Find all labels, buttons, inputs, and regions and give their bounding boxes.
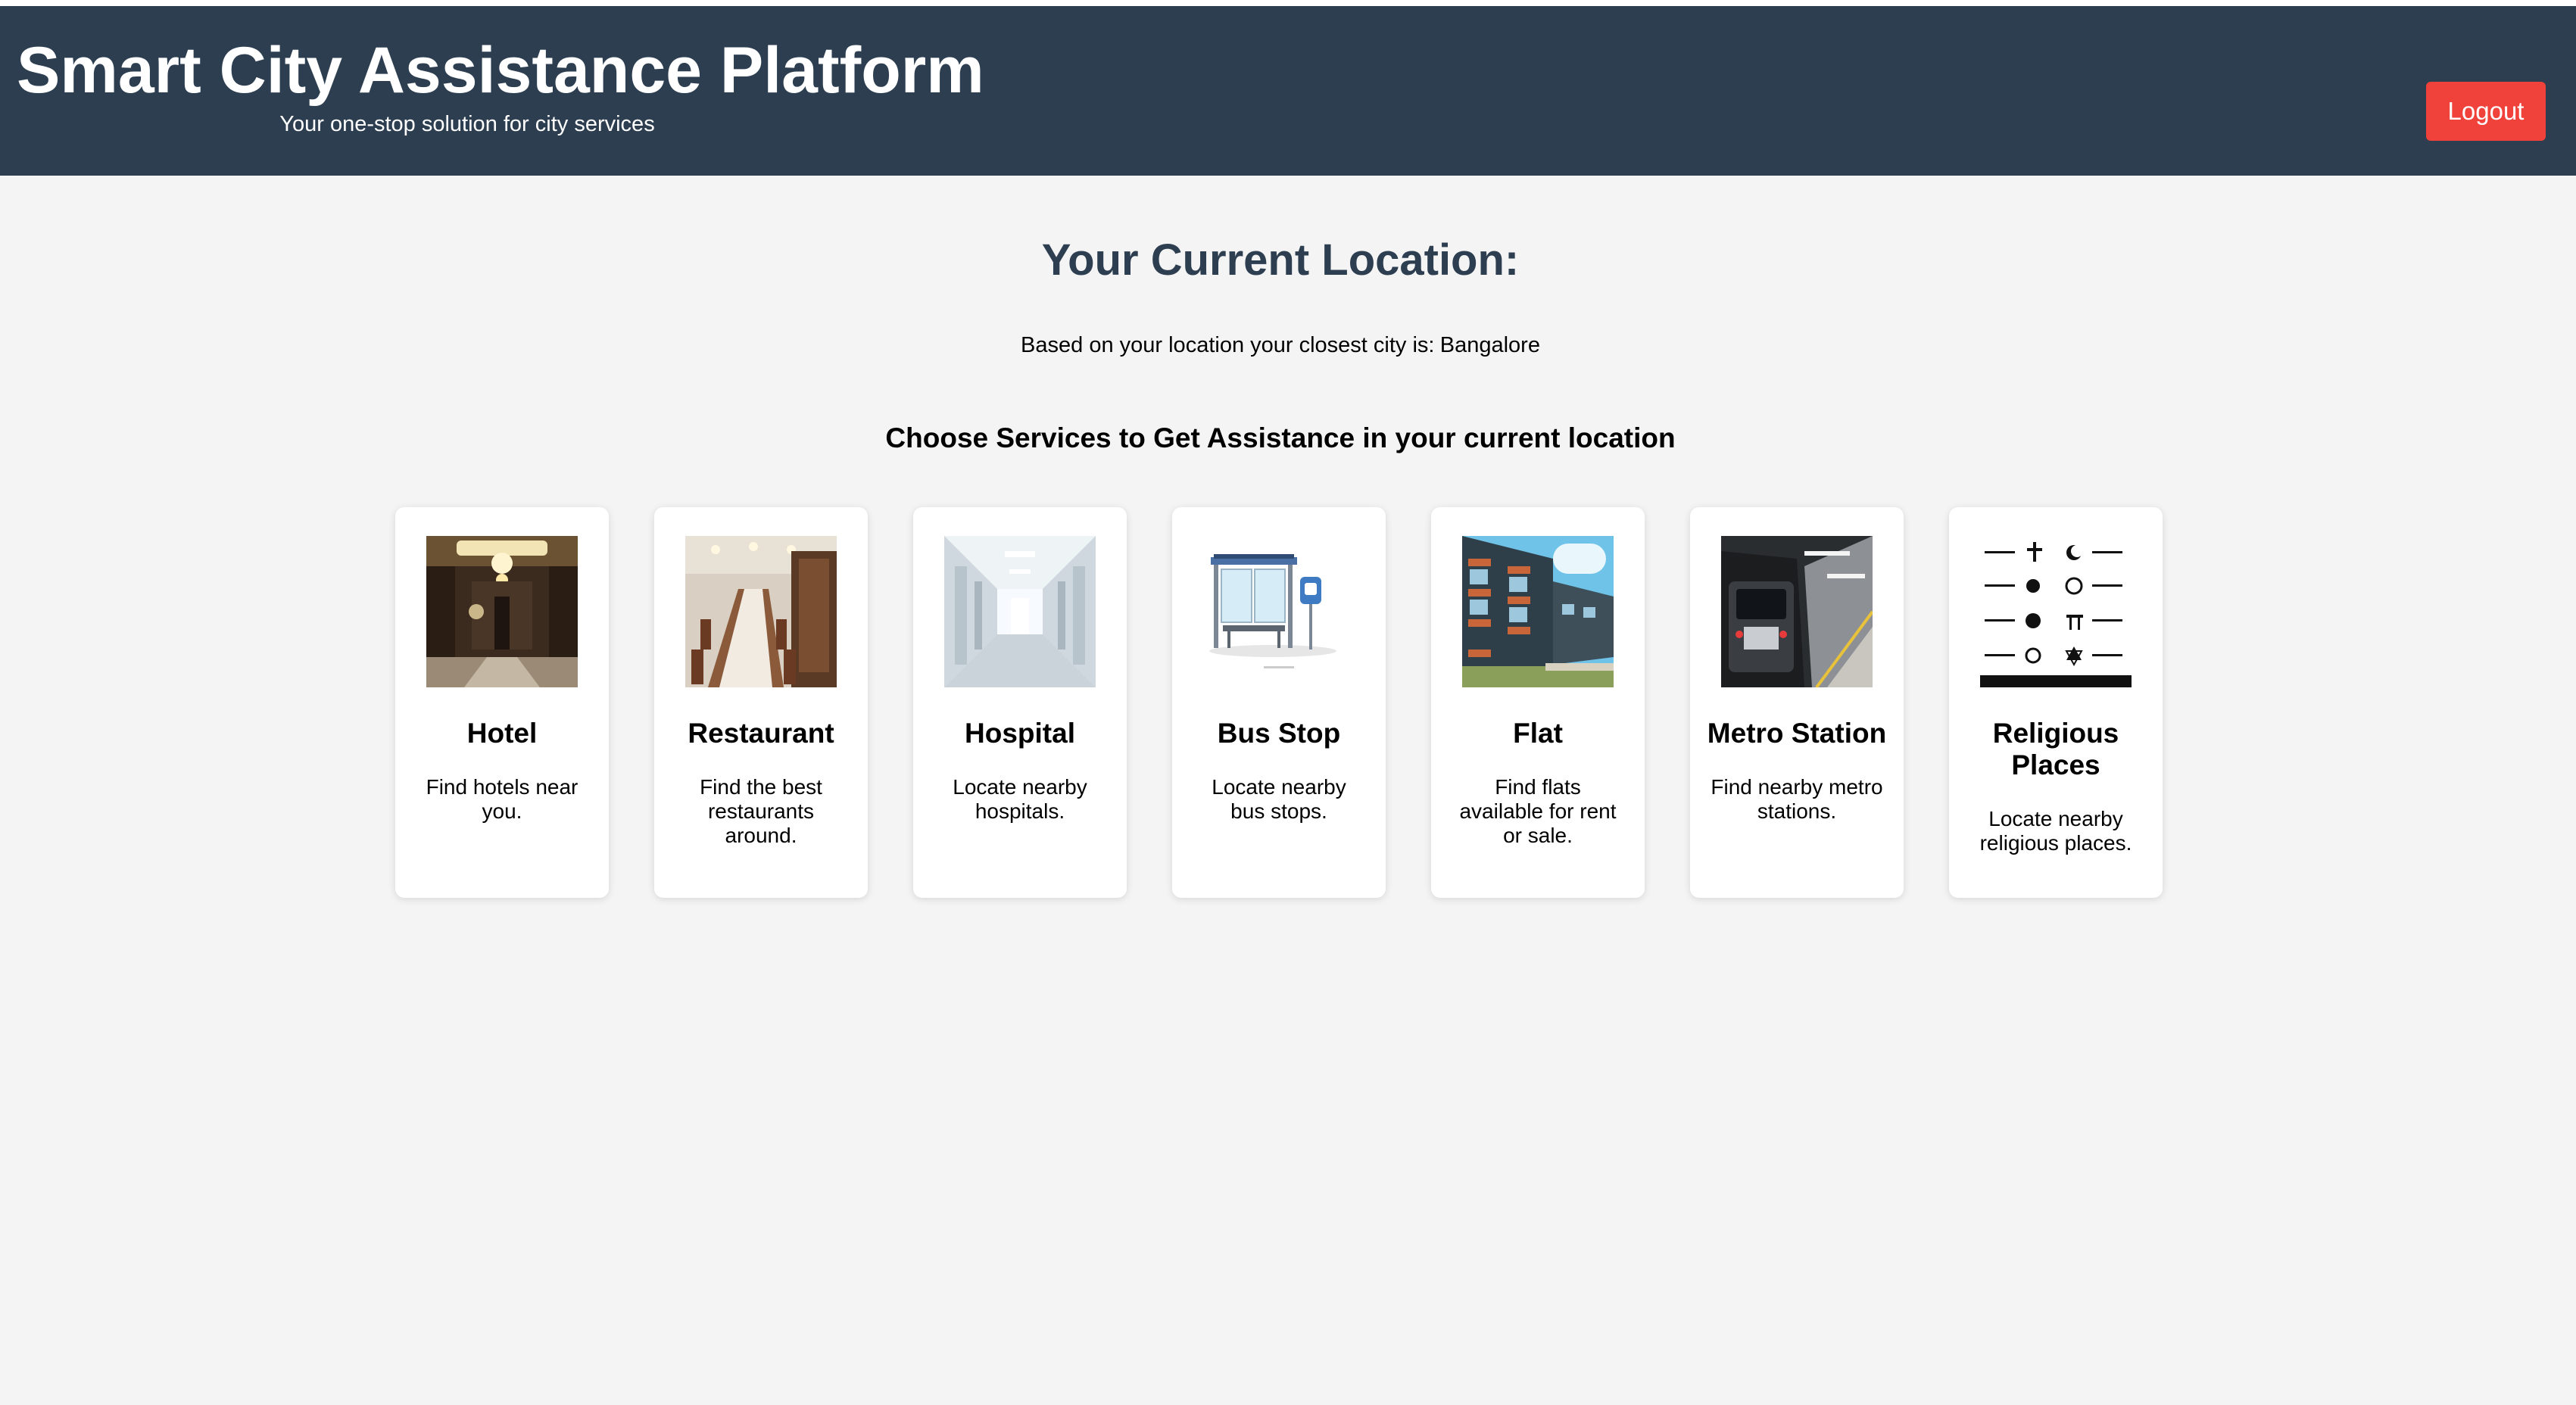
- logout-button[interactable]: Logout: [2426, 82, 2546, 141]
- site-title: Smart City Assistance Platform: [17, 34, 984, 107]
- service-card-religious-places[interactable]: Religious Places Locate nearby religious…: [1949, 507, 2163, 898]
- hotel-lobby-image: [426, 536, 578, 687]
- service-title: Flat: [1513, 718, 1563, 749]
- bus-shelter-image: [1203, 536, 1355, 687]
- service-description: Find hotels near you.: [426, 775, 579, 823]
- service-description: Locate nearby bus stops.: [1212, 775, 1346, 823]
- service-cards: Hotel Find hotels near you. Restaurant F…: [395, 507, 2163, 898]
- metro-train-image: [1721, 536, 1873, 687]
- service-title: Hotel: [466, 718, 538, 749]
- service-description: Locate nearby religious places.: [1979, 807, 2132, 855]
- service-description: Find flats available for rent or sale.: [1459, 775, 1617, 847]
- services-heading: Choose Services to Get Assistance in you…: [885, 422, 1676, 453]
- location-text: Based on your location your closest city…: [0, 333, 2561, 358]
- location-heading: Your Current Location:: [1041, 235, 1520, 285]
- service-title: Bus Stop: [1217, 718, 1341, 749]
- service-description: Locate nearby hospitals.: [953, 775, 1087, 823]
- location-prefix: Based on your location your closest city…: [1021, 333, 1435, 357]
- service-card-bus-stop[interactable]: Bus Stop Locate nearby bus stops.: [1172, 507, 1386, 898]
- religious-symbols-image: [1980, 536, 2132, 687]
- service-card-hotel[interactable]: Hotel Find hotels near you.: [395, 507, 609, 898]
- service-title: Religious Places: [1992, 718, 2119, 780]
- site-header: Smart City Assistance Platform Your one-…: [0, 6, 2576, 176]
- location-city: Bangalore: [1439, 333, 1540, 357]
- hospital-corridor-image: [944, 536, 1096, 687]
- service-description: Find the best restaurants around.: [700, 775, 822, 847]
- service-description: Find nearby metro stations.: [1711, 775, 1883, 823]
- service-title: Restaurant: [688, 718, 834, 749]
- top-border: [0, 0, 2576, 6]
- service-card-flat[interactable]: Flat Find flats available for rent or sa…: [1431, 507, 1645, 898]
- site-tagline: Your one-stop solution for city services: [279, 112, 655, 136]
- restaurant-dining-image: [685, 536, 837, 687]
- service-card-hospital[interactable]: Hospital Locate nearby hospitals.: [913, 507, 1127, 898]
- service-title: Metro Station: [1707, 718, 1887, 749]
- service-title: Hospital: [965, 718, 1075, 749]
- service-card-restaurant[interactable]: Restaurant Find the best restaurants aro…: [654, 507, 868, 898]
- service-card-metro-station[interactable]: Metro Station Find nearby metro stations…: [1690, 507, 1904, 898]
- apartment-building-image: [1462, 536, 1614, 687]
